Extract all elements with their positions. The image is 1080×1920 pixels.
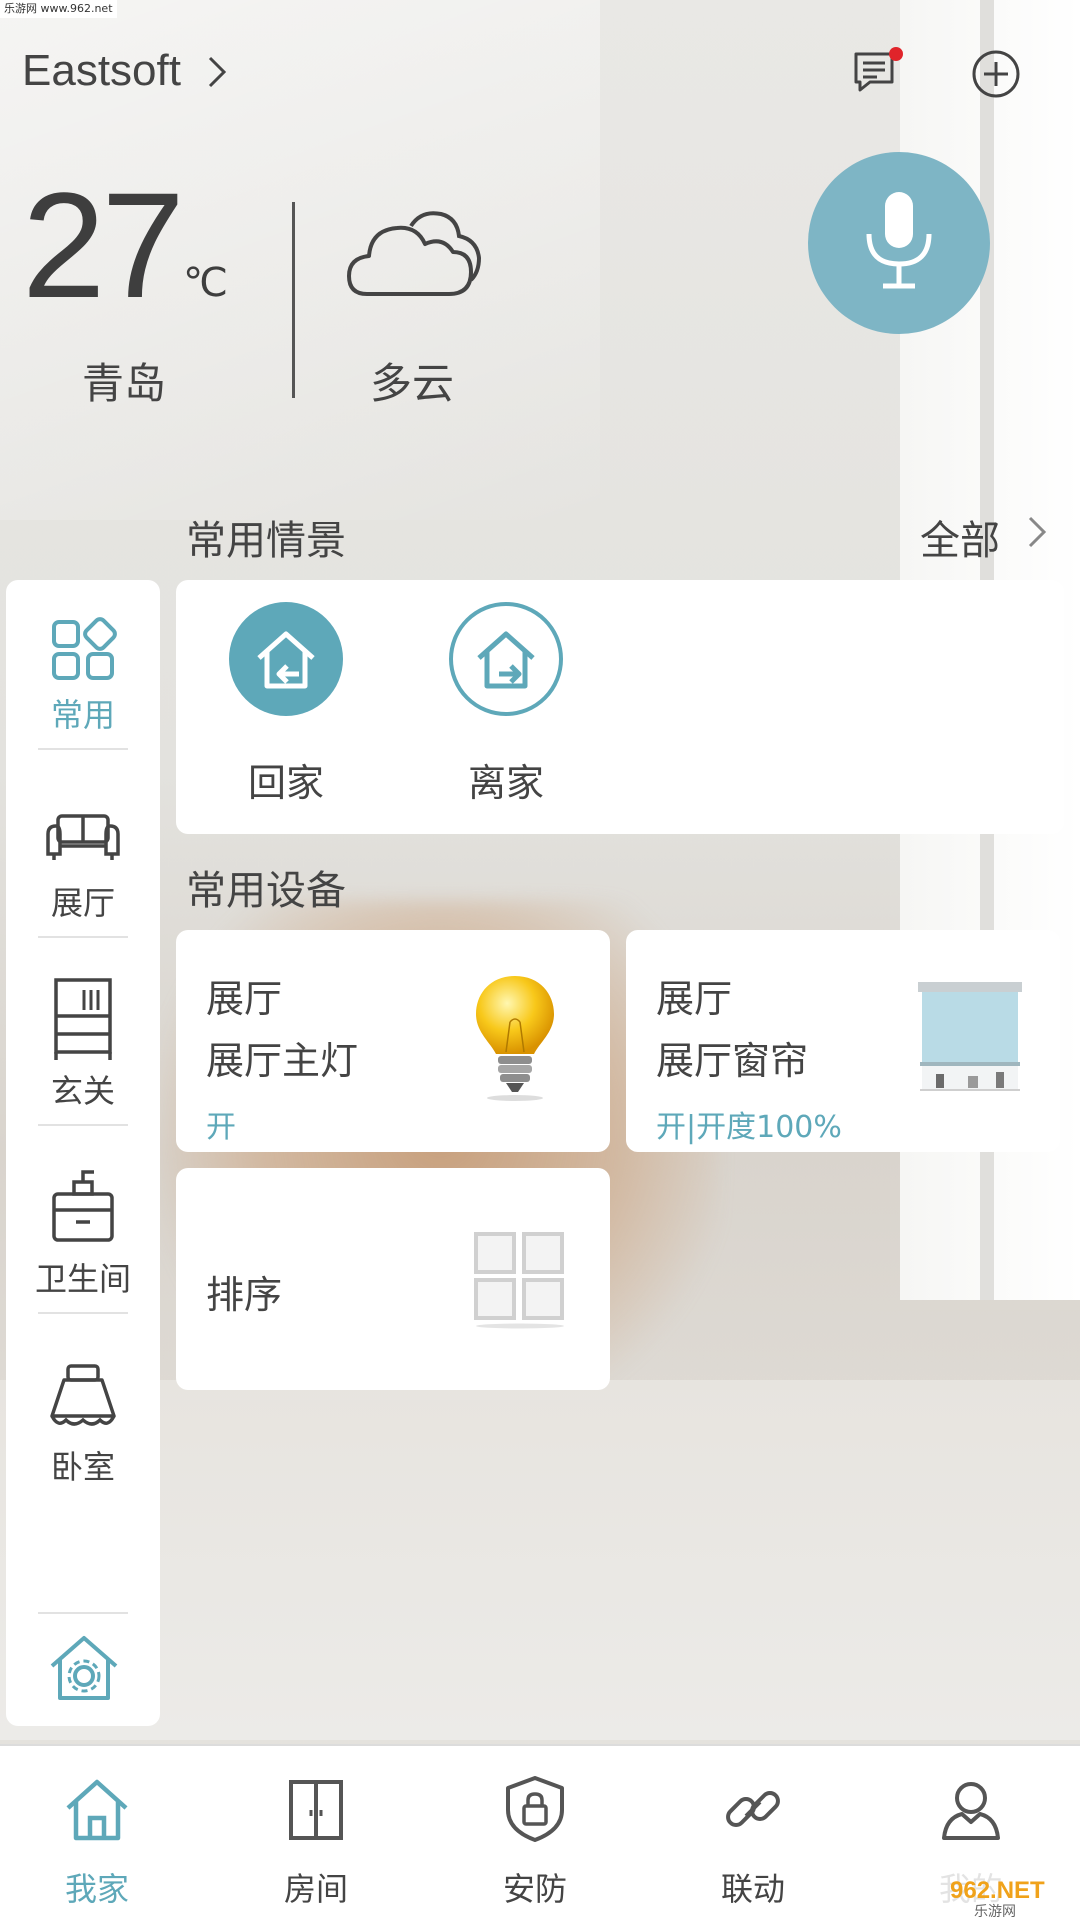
home-name[interactable]: Eastsoft xyxy=(22,46,181,96)
notification-dot xyxy=(889,47,903,61)
home-settings-icon[interactable] xyxy=(46,1632,122,1704)
bed-icon xyxy=(50,1364,116,1426)
sidebar-divider xyxy=(38,1124,128,1126)
microphone-icon xyxy=(866,192,932,289)
chevron-right-icon[interactable] xyxy=(1026,512,1048,552)
bottom-tab-bar: 我家 房间 安防 联动 我的 xyxy=(0,1744,1080,1920)
sort-devices-card[interactable]: 排序 xyxy=(176,1168,610,1390)
tab-label: 房间 xyxy=(283,1870,348,1908)
add-icon[interactable] xyxy=(970,48,1022,100)
scene-icon-bg xyxy=(229,602,343,716)
scene-come-home[interactable]: 回家 xyxy=(226,602,346,812)
sort-label: 排序 xyxy=(206,1273,283,1317)
room-sidebar: 常用 展厅 玄关 卫生间 卧室 xyxy=(6,580,160,1726)
voice-button[interactable] xyxy=(808,152,990,334)
all-scenes-link[interactable]: 全部 xyxy=(920,508,1000,566)
device-room: 展厅 xyxy=(206,977,283,1021)
device-room: 展厅 xyxy=(656,977,733,1021)
tab-my-home[interactable]: 我家 xyxy=(22,1746,172,1920)
sidebar-item-bedroom[interactable]: 卧室 xyxy=(6,1332,160,1520)
sidebar-item-label: 卧室 xyxy=(50,1448,115,1486)
tab-label: 联动 xyxy=(720,1870,785,1908)
home-arrive-icon xyxy=(257,631,315,689)
shield-lock-icon xyxy=(506,1776,564,1842)
source-watermark-bar: 乐游网 www.962.net xyxy=(0,0,117,18)
sidebar-divider xyxy=(38,1612,128,1614)
top-bar: Eastsoft xyxy=(0,40,1080,110)
device-name: 展厅窗帘 xyxy=(656,1039,809,1083)
weather-divider xyxy=(292,202,295,398)
device-card-curtain[interactable]: 展厅 展厅窗帘 开|开度100% xyxy=(626,930,1060,1152)
sidebar-item-label: 玄关 xyxy=(50,1072,115,1110)
device-card-main-light[interactable]: 展厅 展厅主灯 开 xyxy=(176,930,610,1152)
tab-label: 我家 xyxy=(64,1870,129,1908)
site-watermark: 962.NET 乐游网 xyxy=(940,1872,1080,1920)
sidebar-item-bathroom[interactable]: 卫生间 xyxy=(6,1144,160,1332)
weather-widget: 27 ℃ 青岛 多云 xyxy=(0,170,520,420)
sidebar-item-showroom[interactable]: 展厅 xyxy=(6,768,160,956)
sidebar-item-label: 卫生间 xyxy=(34,1260,131,1298)
scenes-title: 常用情景 xyxy=(186,518,346,564)
shelf-icon xyxy=(54,978,112,1060)
temperature-unit: ℃ xyxy=(183,260,228,306)
devices-title: 常用设备 xyxy=(186,868,346,914)
sort-grid-icon xyxy=(474,1232,564,1329)
device-status: 开|开度100% xyxy=(656,1110,842,1145)
temperature: 27 xyxy=(22,161,185,329)
scene-leave-home[interactable]: 离家 xyxy=(446,602,566,812)
sidebar-item-common[interactable]: 常用 xyxy=(6,580,160,768)
home-leave-icon xyxy=(477,631,535,689)
sofa-icon xyxy=(46,814,120,860)
user-icon xyxy=(942,1782,1000,1840)
weather-condition: 多云 xyxy=(370,359,455,408)
city-name: 青岛 xyxy=(82,359,167,408)
device-status: 开 xyxy=(206,1110,236,1145)
chevron-right-icon[interactable] xyxy=(206,52,228,92)
tab-label: 安防 xyxy=(502,1870,567,1908)
sidebar-divider xyxy=(38,936,128,938)
door-icon xyxy=(289,1780,343,1840)
scene-label: 离家 xyxy=(467,761,544,805)
washbasin-icon xyxy=(52,1170,114,1242)
sidebar-divider xyxy=(38,748,128,750)
sidebar-divider xyxy=(38,1312,128,1314)
roller-blind-icon xyxy=(918,982,1022,1091)
light-bulb-icon xyxy=(476,976,554,1101)
scenes-card: 回家 离家 xyxy=(176,580,1064,834)
tab-rooms[interactable]: 房间 xyxy=(241,1746,391,1920)
sidebar-item-entrance[interactable]: 玄关 xyxy=(6,956,160,1144)
sidebar-item-label: 常用 xyxy=(50,696,115,734)
sidebar-item-label: 展厅 xyxy=(50,884,115,922)
home-icon xyxy=(66,1779,128,1841)
tab-automation[interactable]: 联动 xyxy=(678,1746,828,1920)
link-icon xyxy=(726,1791,780,1827)
cloud-icon xyxy=(347,211,482,296)
tab-security[interactable]: 安防 xyxy=(460,1746,610,1920)
svg-text:乐游网: 乐游网 xyxy=(974,1904,1016,1920)
scene-icon-bg xyxy=(449,602,563,716)
scene-label: 回家 xyxy=(247,761,324,805)
svg-text:962.NET: 962.NET xyxy=(950,1877,1045,1904)
device-name: 展厅主灯 xyxy=(206,1039,359,1083)
grid-icon xyxy=(52,617,117,680)
